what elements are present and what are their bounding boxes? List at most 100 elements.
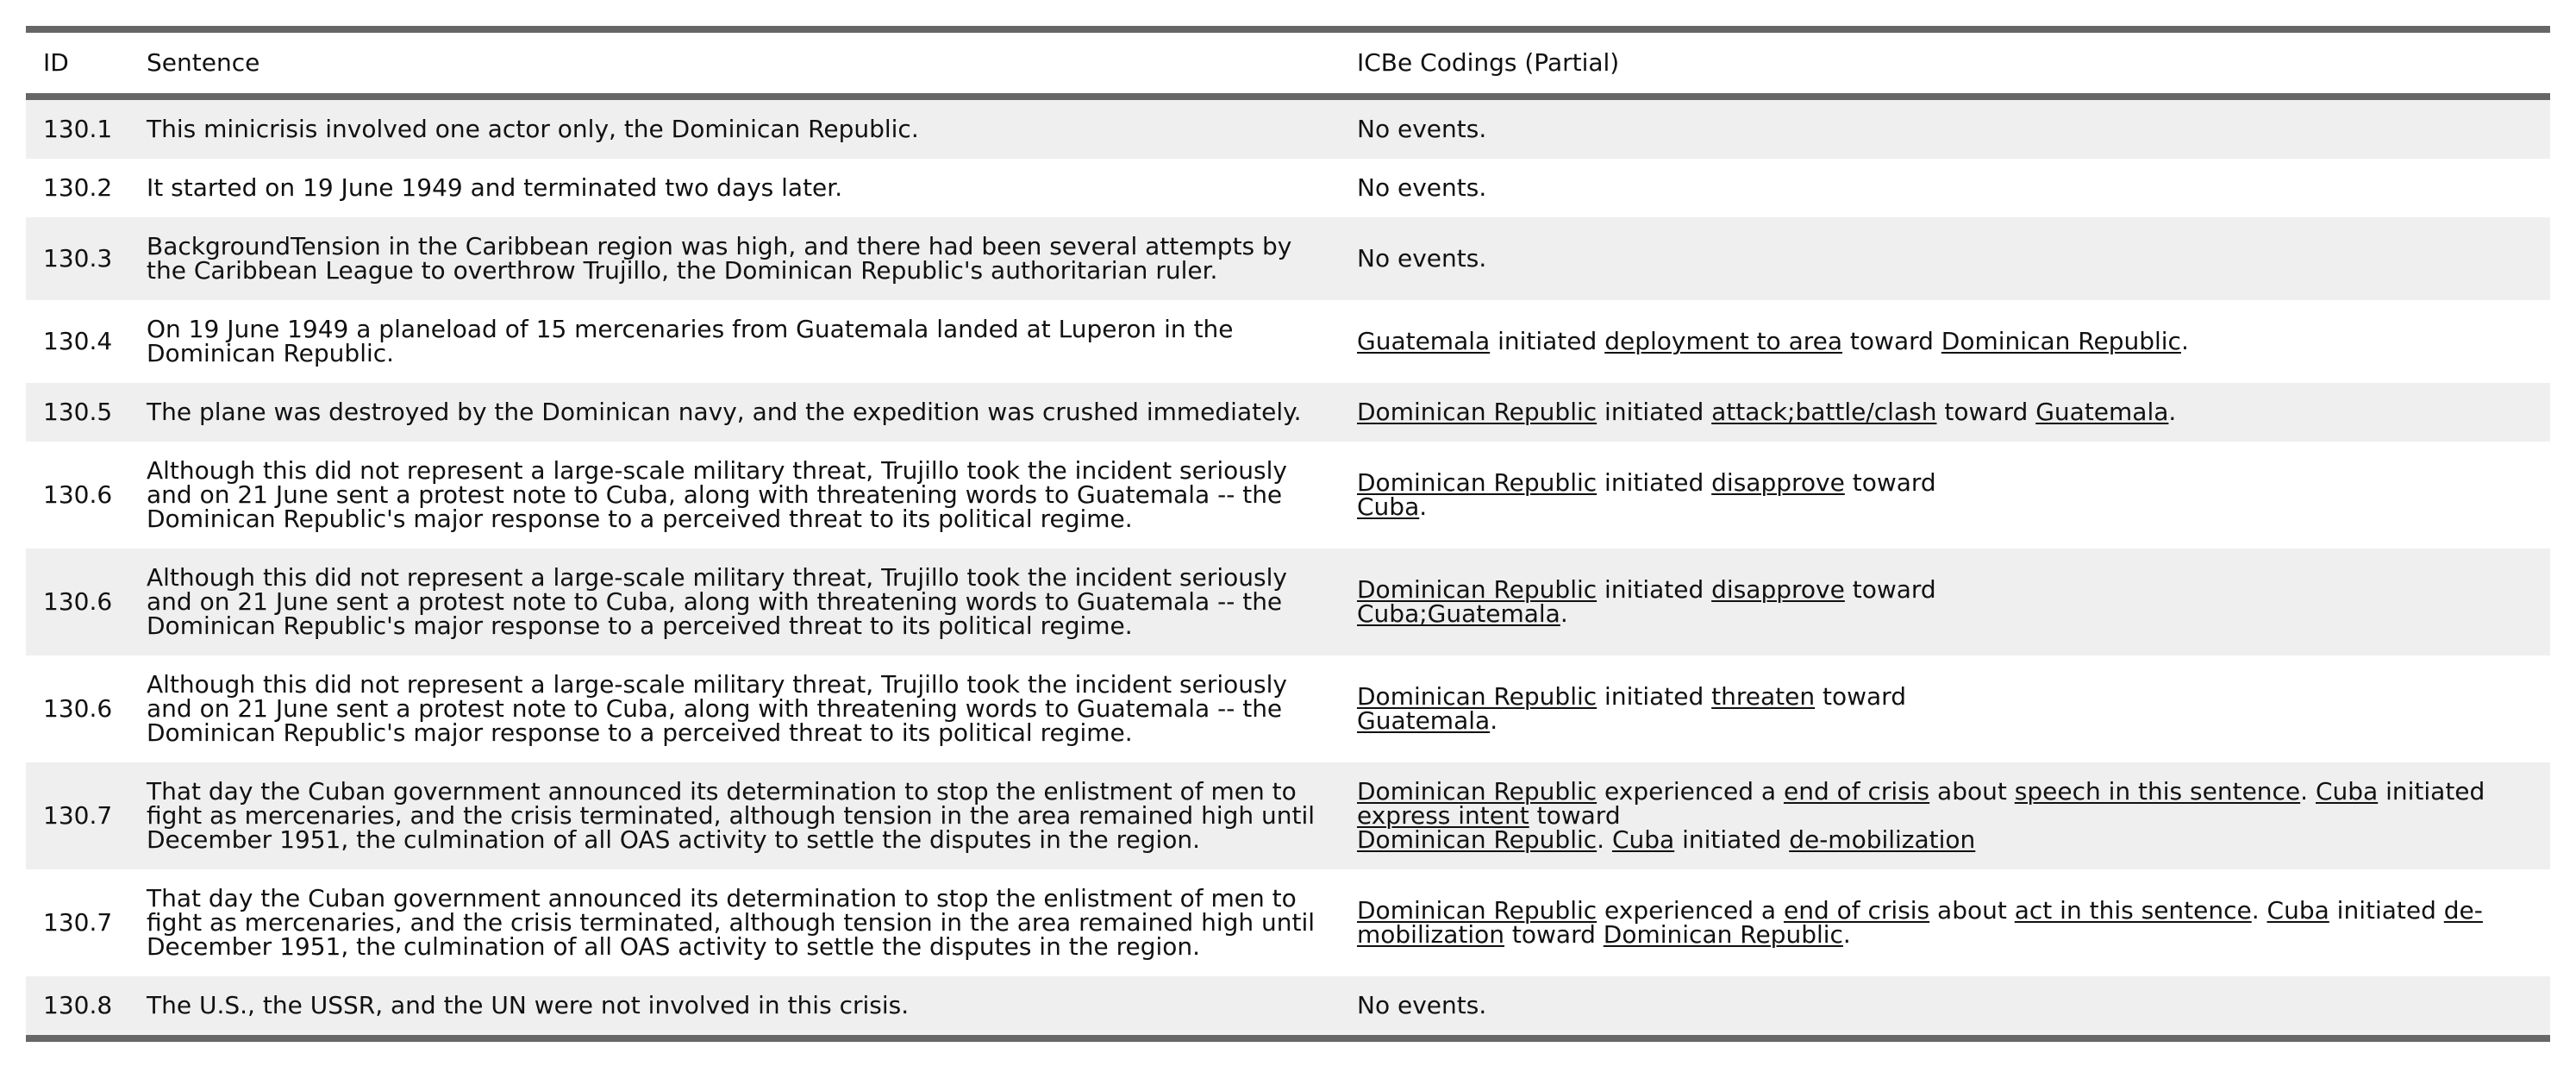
cell-coding: Dominican Republic initiated disapprove … (1340, 549, 2550, 655)
coding-line: Guatemala. (1357, 709, 2533, 733)
sentence-line: That day the Cuban government announced … (147, 884, 1297, 912)
cell-sentence: That day the Cuban government announced … (129, 869, 1340, 976)
cell-coding: Dominican Republic initiated attack;batt… (1340, 383, 2550, 442)
coding-text: toward (1844, 575, 1936, 604)
sentence-line: Dominican Republic's major response to a… (147, 718, 1133, 747)
coding-line: No events. (1357, 994, 2533, 1018)
coding-term: Cuba (2267, 896, 2329, 925)
coding-text: . (1597, 825, 1612, 854)
sentence-line: Dominican Republic's major response to a… (147, 611, 1133, 640)
coding-line: Dominican Republic initiated threaten to… (1357, 685, 2533, 709)
coding-line: Dominican Republic. Cuba initiated de-mo… (1357, 828, 2533, 852)
sentence-line: Dominican Republic. (147, 339, 395, 367)
coding-text: initiated (2378, 777, 2485, 806)
cell-sentence: This minicrisis involved one actor only,… (129, 97, 1340, 159)
coding-line: mobilization toward Dominican Republic. (1357, 923, 2533, 947)
coding-term: speech in this sentence (2014, 777, 2301, 806)
coding-line: Dominican Republic initiated disapprove … (1357, 471, 2533, 495)
coding-term: Dominican Republic (1603, 920, 1843, 949)
table-row: 130.8 The U.S., the USSR, and the UN were… (26, 976, 2550, 1038)
cell-sentence: On 19 June 1949 a planeload of 15 mercen… (129, 300, 1340, 383)
table-row: 130.6 Although this did not represent a l… (26, 549, 2550, 655)
cell-id: 130.6 (43, 480, 113, 509)
coding-term: Cuba (2315, 777, 2379, 806)
coding-line: No events. (1357, 117, 2533, 141)
cell-coding: Dominican Republic experienced a end of … (1340, 762, 2550, 869)
coding-term: Guatemala (1357, 327, 1491, 355)
sentence-line: and on 21 June sent a protest note to Cu… (147, 694, 1283, 723)
coding-line: Dominican Republic experienced a end of … (1357, 780, 2533, 804)
icbe-codings-table: ID Sentence ICBe Codings (Partial) 130.1… (26, 26, 2550, 1042)
cell-id: 130.1 (43, 115, 113, 143)
coding-term: Cuba (1357, 492, 1420, 521)
coding-text: initiated (1597, 682, 1712, 711)
coding-text: initiated (1674, 825, 1790, 854)
coding-text: toward (1936, 398, 2036, 426)
cell-id: 130.4 (43, 327, 113, 355)
cell-id: 130.2 (43, 173, 113, 202)
cell-id: 130.3 (43, 244, 113, 273)
sentence-line: fight as mercenaries, and the crisis ter… (147, 801, 1316, 830)
coding-term: de-mobilization (1789, 825, 1976, 854)
coding-term: Dominican Republic (1357, 825, 1597, 854)
coding-text: initiated (2329, 896, 2444, 925)
cell-id: 130.8 (43, 991, 113, 1019)
table-row: 130.6 Although this did not represent a l… (26, 442, 2550, 549)
coding-text: No events. (1357, 991, 1487, 1019)
sentence-line: and on 21 June sent a protest note to Cu… (147, 587, 1283, 616)
coding-term: Cuba (1611, 825, 1675, 854)
coding-text: about (1929, 777, 2015, 806)
coding-term: deployment to area (1604, 327, 1843, 355)
cell-id: 130.7 (43, 908, 113, 937)
coding-text: . (2251, 896, 2267, 925)
cell-coding: Dominican Republic initiated disapprove … (1340, 442, 2550, 549)
sentence-line: the Caribbean League to overthrow Trujil… (147, 256, 1218, 285)
sentence-line: Although this did not represent a large-… (147, 456, 1287, 485)
cell-coding: Dominican Republic initiated threaten to… (1340, 655, 2550, 762)
table-row: 130.6 Although this did not represent a l… (26, 655, 2550, 762)
coding-term: Dominican Republic (1941, 327, 2181, 355)
sentence-line: BackgroundTension in the Caribbean regio… (147, 232, 1292, 260)
coding-text: . (1842, 920, 1851, 949)
cell-sentence: Although this did not represent a large-… (129, 549, 1340, 655)
coding-line: Dominican Republic initiated attack;batt… (1357, 400, 2533, 424)
coding-term: Dominican Republic (1357, 398, 1597, 426)
cell-id: 130.5 (43, 398, 113, 426)
coding-text: . (1490, 706, 1498, 735)
cell-sentence: That day the Cuban government announced … (129, 762, 1340, 869)
coding-term: disapprove (1711, 468, 1845, 497)
sentence-line: and on 21 June sent a protest note to Cu… (147, 480, 1283, 509)
cell-coding: Guatemala initiated deployment to area t… (1340, 300, 2550, 383)
table-row: 130.1 This minicrisis involved one actor … (26, 97, 2550, 159)
cell-sentence: Although this did not represent a large-… (129, 442, 1340, 549)
coding-term: Cuba;Guatemala (1357, 599, 1560, 628)
header-sentence: Sentence (147, 48, 260, 77)
sentence-line: The plane was destroyed by the Dominican… (147, 398, 1302, 426)
coding-line: Dominican Republic initiated disapprove … (1357, 578, 2533, 602)
table-row: 130.2 It started on 19 June 1949 and term… (26, 159, 2550, 217)
coding-text: No events. (1357, 115, 1487, 143)
cell-coding: No events. (1340, 159, 2550, 217)
cell-id: 130.6 (43, 587, 113, 616)
table-body: 130.1 This minicrisis involved one actor … (26, 97, 2550, 1038)
coding-text: initiated (1490, 327, 1605, 355)
coding-line: No events. (1357, 247, 2533, 271)
icbe-codings-table-container: ID Sentence ICBe Codings (Partial) 130.1… (26, 26, 2550, 1042)
header-id: ID (43, 48, 69, 77)
coding-text: . (1419, 492, 1428, 521)
cell-sentence: The U.S., the USSR, and the UN were not … (129, 976, 1340, 1038)
coding-text: . (2300, 777, 2316, 806)
sentence-line: This minicrisis involved one actor only,… (147, 115, 919, 143)
coding-term: Guatemala (2035, 398, 2169, 426)
coding-term: attack;battle/clash (1711, 398, 1937, 426)
coding-line: Dominican Republic experienced a end of … (1357, 899, 2533, 923)
cell-sentence: It started on 19 June 1949 and terminate… (129, 159, 1340, 217)
cell-coding: Dominican Republic experienced a end of … (1340, 869, 2550, 976)
coding-line: No events. (1357, 176, 2533, 200)
coding-text: toward (1842, 327, 1941, 355)
table-row: 130.7 That day the Cuban government annou… (26, 762, 2550, 869)
sentence-line: That day the Cuban government announced … (147, 777, 1297, 806)
coding-line: express intent toward (1357, 804, 2533, 828)
coding-term: act in this sentence (2014, 896, 2252, 925)
coding-text: toward (1504, 920, 1604, 949)
